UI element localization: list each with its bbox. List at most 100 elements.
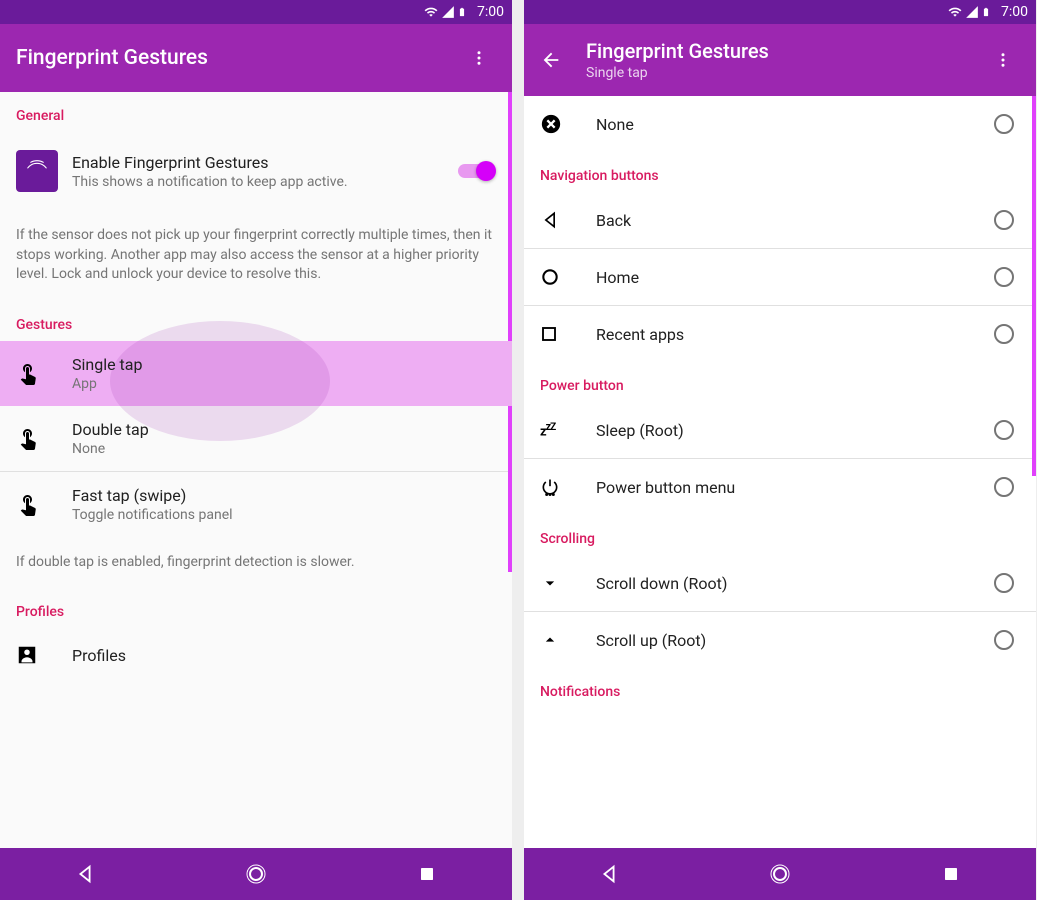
radio-button[interactable] [994,630,1014,650]
fast-tap-sub: Toggle notifications panel [72,507,496,523]
enable-subtitle: This shows a notification to keep app ac… [72,174,458,190]
status-icons [423,4,467,20]
profiles-item[interactable]: Profiles [0,628,512,668]
wifi-icon [423,5,439,19]
section-scrolling: Scrolling [524,515,1036,555]
radio-button[interactable] [994,573,1014,593]
more-vert-icon [994,51,1012,69]
status-time: 7:00 [477,4,504,20]
option-label: Power button menu [596,478,988,497]
appbar-title: Fingerprint Gestures [586,39,986,63]
enable-title: Enable Fingerprint Gestures [72,153,458,172]
battery-icon [457,4,467,20]
phone-right: 7:00 Fingerprint Gestures Single tap Non… [524,0,1036,900]
option-label: Sleep (Root) [596,421,988,440]
tap-icon [16,361,40,385]
option-recent[interactable]: Recent apps [524,306,1036,362]
battery-icon [981,4,991,20]
section-profiles: Profiles [0,588,512,628]
appbar-subtitle: Single tap [586,65,986,81]
section-notifications: Notifications [524,668,1036,708]
nav-recent-icon [418,865,436,883]
option-scroll-down[interactable]: Scroll down (Root) [524,555,1036,611]
nav-back-button[interactable] [569,850,649,898]
nav-home-icon [768,862,792,886]
option-power-menu[interactable]: Power button menu [524,459,1036,515]
enable-switch[interactable] [458,161,496,181]
single-tap-title: Single tap [72,355,496,374]
appbar: Fingerprint Gestures [0,24,512,92]
scroll-indicator [508,92,512,572]
radio-button[interactable] [994,324,1014,344]
option-label: Scroll down (Root) [596,574,988,593]
double-tap-sub: None [72,441,496,457]
option-home[interactable]: Home [524,249,1036,305]
option-label: None [596,115,988,134]
gesture-single-tap[interactable]: Single tap App [0,341,512,406]
appbar: Fingerprint Gestures Single tap [524,24,1036,96]
section-nav: Navigation buttons [524,152,1036,192]
arrow-back-icon [540,49,562,71]
back-button[interactable] [540,49,562,71]
wifi-icon [947,5,963,19]
signal-icon [441,5,455,19]
action-list: None Navigation buttons Back Home Recent… [524,96,1036,848]
radio-button[interactable] [994,420,1014,440]
appbar-title: Fingerprint Gestures [16,46,462,70]
option-none[interactable]: None [524,96,1036,152]
more-vert-icon [470,49,488,67]
nav-recent-button[interactable] [387,850,467,898]
radio-button[interactable] [994,267,1014,287]
radio-button[interactable] [994,210,1014,230]
statusbar: 7:00 [524,0,1036,24]
option-scroll-up[interactable]: Scroll up (Root) [524,612,1036,668]
scroll-indicator [1032,96,1036,476]
nav-back-icon [74,863,96,885]
navbar [524,848,1036,900]
nav-back-triangle-icon [540,210,560,230]
cancel-icon [540,113,562,135]
option-label: Home [596,268,988,287]
settings-content: General Enable Fingerprint Gestures This… [0,92,512,848]
power-icon [540,477,560,497]
option-label: Back [596,211,988,230]
overflow-menu-button[interactable] [462,41,496,75]
profiles-label: Profiles [72,646,496,665]
radio-button[interactable] [994,114,1014,134]
nav-back-button[interactable] [45,850,125,898]
fingerprint-icon [16,150,58,192]
option-back[interactable]: Back [524,192,1036,248]
square-icon [540,325,558,343]
nav-home-button[interactable] [740,850,820,898]
option-sleep[interactable]: zzZ Sleep (Root) [524,402,1036,458]
circle-icon [540,267,560,287]
tap-icon [16,426,40,450]
navbar [0,848,512,900]
gesture-fast-tap[interactable]: Fast tap (swipe) Toggle notifications pa… [0,472,512,537]
status-icons [947,4,991,20]
statusbar: 7:00 [0,0,512,24]
sleep-icon: zzZ [540,420,555,439]
section-general: General [0,92,512,132]
fast-tap-title: Fast tap (swipe) [72,486,496,505]
chevron-up-icon [540,630,560,650]
status-time: 7:00 [1001,4,1028,20]
option-label: Recent apps [596,325,988,344]
chevron-down-icon [540,573,560,593]
option-label: Scroll up (Root) [596,631,988,650]
nav-back-icon [598,863,620,885]
nav-home-button[interactable] [216,850,296,898]
sensor-note: If the sensor does not pick up your fing… [0,210,512,301]
enable-gestures-item[interactable]: Enable Fingerprint Gestures This shows a… [0,132,512,210]
nav-home-icon [244,862,268,886]
overflow-menu-button[interactable] [986,43,1020,77]
nav-recent-button[interactable] [911,850,991,898]
phone-left: 7:00 Fingerprint Gestures General Enable… [0,0,512,900]
nav-recent-icon [942,865,960,883]
single-tap-sub: App [72,376,496,392]
person-icon [16,644,38,666]
signal-icon [965,5,979,19]
tap-icon [16,492,40,516]
section-power: Power button [524,362,1036,402]
radio-button[interactable] [994,477,1014,497]
